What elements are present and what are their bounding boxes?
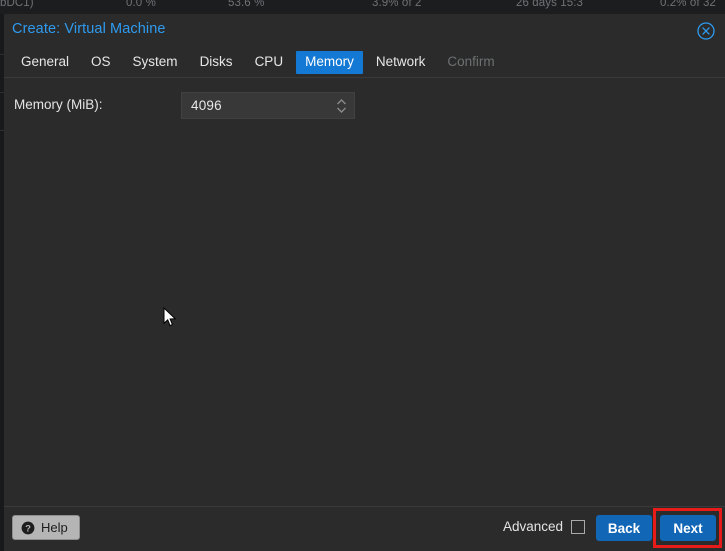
dialog-title: Create: Virtual Machine — [12, 21, 166, 37]
question-circle-icon: ? — [21, 521, 35, 535]
background-stats-strip: bDC1) 0.0 % 53.6 % 3.9% of 2 26 days 15:… — [0, 0, 725, 14]
next-button[interactable]: Next — [660, 515, 716, 541]
screen: bDC1) 0.0 % 53.6 % 3.9% of 2 26 days 15:… — [0, 0, 725, 551]
close-icon[interactable] — [697, 22, 715, 40]
memory-field-row: Memory (MiB): 4096 — [4, 92, 725, 120]
back-button[interactable]: Back — [596, 515, 652, 541]
background-stat-cell: bDC1) — [0, 0, 34, 9]
background-stat-cell: 0.0 % — [126, 0, 156, 9]
background-stat-cell: 3.9% of 2 — [372, 0, 422, 9]
dialog-body: Memory (MiB): 4096 — [4, 78, 725, 506]
mouse-pointer-icon — [163, 306, 177, 328]
background-stat-cell: 26 days 15:3 — [516, 0, 584, 9]
svg-text:?: ? — [25, 523, 31, 534]
help-button[interactable]: ? Help — [12, 515, 80, 540]
spinner-updown-icon[interactable] — [335, 97, 348, 115]
advanced-option: Advanced — [503, 519, 585, 534]
advanced-label: Advanced — [502, 519, 563, 534]
tab-memory[interactable]: Memory — [296, 50, 363, 75]
tab-confirm: Confirm — [447, 53, 495, 69]
footer-separator — [4, 506, 725, 507]
dialog-titlebar: Create: Virtual Machine — [4, 14, 725, 47]
background-stat-cell: 0.2% of 32 — [660, 0, 716, 9]
tab-system[interactable]: System — [124, 51, 187, 75]
wizard-tabbar: General OS System Disks CPU Memory Netwo… — [4, 47, 725, 78]
create-virtual-machine-dialog: Create: Virtual Machine General OS Syste… — [4, 14, 725, 551]
tab-os[interactable]: OS — [82, 51, 120, 75]
advanced-checkbox[interactable] — [571, 519, 585, 534]
dialog-footer: ? Help Advanced Back Next — [4, 506, 725, 551]
background-stats-cells: bDC1) 0.0 % 53.6 % 3.9% of 2 26 days 15:… — [0, 0, 725, 14]
memory-spinbox[interactable]: 4096 — [181, 92, 355, 119]
memory-input[interactable]: 4096 — [191, 98, 222, 113]
tab-general[interactable]: General — [12, 51, 78, 75]
tab-cpu[interactable]: CPU — [246, 51, 293, 75]
memory-label: Memory (MiB): — [14, 97, 103, 112]
help-button-label: Help — [41, 520, 68, 535]
tab-network[interactable]: Network — [367, 51, 435, 75]
tab-disks[interactable]: Disks — [191, 51, 242, 75]
background-stat-cell: 53.6 % — [228, 0, 265, 9]
